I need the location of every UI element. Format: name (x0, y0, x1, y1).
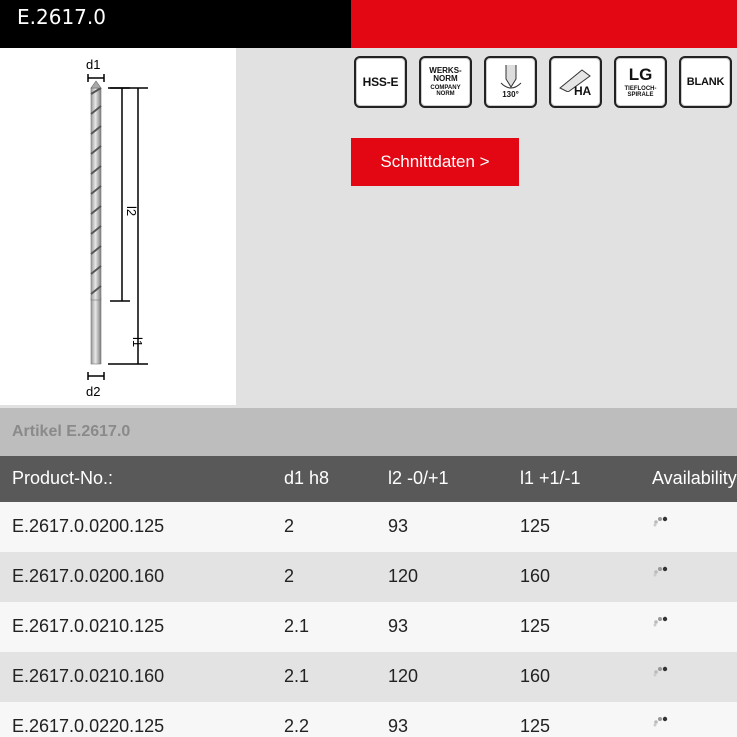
table-row[interactable]: E.2617.0.0210.125 2.1 93 125 (0, 602, 737, 652)
l2-value: 120 (388, 566, 419, 586)
product-number[interactable]: E.2617.0.0210.125 (12, 616, 164, 637)
d1-value: 2 (284, 566, 295, 586)
table-row[interactable]: E.2617.0.0220.125 2.2 93 125 (0, 702, 737, 737)
table-row[interactable]: E.2617.0.0200.125 2 93 125 (0, 502, 737, 552)
blank-icon: BLANK (679, 56, 732, 108)
column-header-availability: Availability (652, 468, 737, 488)
l2-value: 93 (388, 716, 409, 736)
hss-e-icon: HSS-E (354, 56, 407, 108)
d2-label: d2 (86, 384, 100, 399)
l2-label: l2 (124, 206, 139, 216)
product-number[interactable]: E.2617.0.0210.160 (12, 666, 164, 687)
drill-drawing: d1 l2 l1 d2 (0, 48, 236, 405)
l1-value: 125 (520, 716, 551, 736)
l1-value: 125 (520, 516, 551, 536)
product-number[interactable]: E.2617.0.0220.125 (12, 716, 164, 737)
lg-deep-hole-icon: LG TIEFLOCH- SPIRALE (614, 56, 667, 108)
ha-shank-icon: HA (549, 56, 602, 108)
column-header-product-no: Product-No.: (12, 468, 114, 488)
availability-icon[interactable] (652, 515, 670, 527)
d1-value: 2.2 (284, 716, 310, 736)
product-number[interactable]: E.2617.0.0200.125 (12, 516, 164, 537)
werksnorm-icon: WERKS- NORM COMPANY NORM (419, 56, 472, 108)
column-header-d1: d1 h8 (284, 468, 330, 488)
column-header-l1: l1 +1/-1 (520, 468, 581, 488)
column-header-l2: l2 -0/+1 (388, 468, 449, 488)
d1-value: 2 (284, 516, 295, 536)
table-row[interactable]: E.2617.0.0210.160 2.1 120 160 (0, 652, 737, 702)
twist-drill-icon: d1 l2 l1 d2 (86, 57, 148, 399)
top-bar: E.2617.0 (0, 0, 737, 48)
brand-bar (351, 0, 737, 48)
l1-value: 160 (520, 666, 551, 686)
l1-label: l1 (130, 337, 145, 347)
d1-value: 2.1 (284, 666, 310, 686)
availability-icon[interactable] (652, 715, 670, 727)
l1-value: 125 (520, 616, 551, 636)
point-angle-icon: 130° (484, 56, 537, 108)
drill-point-icon (500, 65, 521, 89)
l2-value: 93 (388, 616, 409, 636)
d1-label: d1 (86, 57, 100, 72)
table-header: Product-No.: d1 h8 l2 -0/+1 l1 +1/-1 Ava… (0, 456, 737, 502)
availability-icon[interactable] (652, 665, 670, 677)
title-bar: E.2617.0 (0, 0, 351, 48)
availability-icon[interactable] (652, 615, 670, 627)
table-row[interactable]: E.2617.0.0200.160 2 120 160 (0, 552, 737, 602)
cutting-data-button[interactable]: Schnittdaten > (351, 138, 519, 186)
product-number[interactable]: E.2617.0.0200.160 (12, 566, 164, 587)
l2-value: 93 (388, 516, 409, 536)
l2-value: 120 (388, 666, 419, 686)
page-title: E.2617.0 (17, 5, 106, 29)
d1-value: 2.1 (284, 616, 310, 636)
availability-icon[interactable] (652, 565, 670, 577)
l1-value: 160 (520, 566, 551, 586)
article-section-title: Artikel E.2617.0 (0, 408, 737, 456)
